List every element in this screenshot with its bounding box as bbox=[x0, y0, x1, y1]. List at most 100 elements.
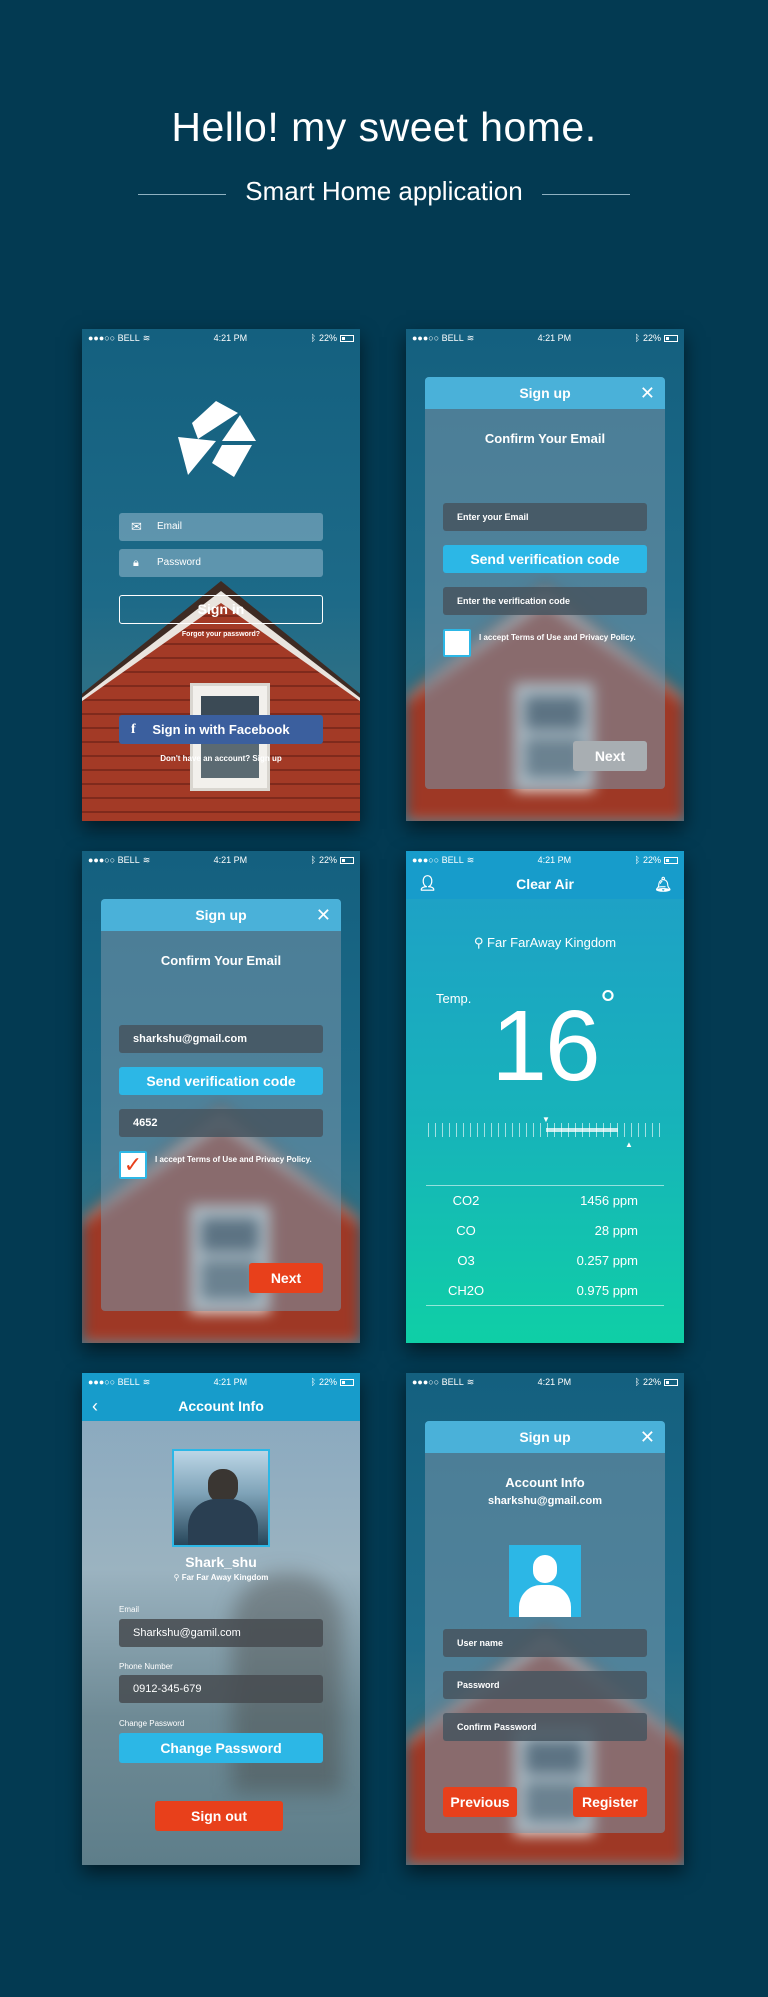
carrier-label: ●●●○○ BELL bbox=[412, 855, 464, 865]
bluetooth-icon: ᛒ bbox=[634, 333, 640, 343]
divider bbox=[426, 1305, 664, 1306]
next-button[interactable]: Next bbox=[249, 1263, 323, 1293]
modal-title: Confirm Your Email bbox=[160, 953, 282, 968]
signup-modal: Sign up ✕ Confirm Your Email Enter your E… bbox=[425, 377, 665, 789]
signup-email-filled-screen: ●●●○○ BELL ≋ 4:21 PM ᛒ 22% Sign up ✕ Confir… bbox=[82, 851, 360, 1343]
phone-field[interactable]: 0912-345-679 bbox=[119, 1675, 323, 1703]
signup-modal: Sign up ✕ Confirm Your Email sharkshu@gma… bbox=[101, 899, 341, 1311]
modal-header-title: Sign up bbox=[195, 907, 247, 923]
gas-row: CO2 1456 ppm bbox=[452, 1193, 638, 1208]
account-header-title: Account Info bbox=[178, 1398, 264, 1414]
checkmark-icon: ✓ bbox=[123, 1152, 143, 1177]
modal-email: sharkshu@gmail.com bbox=[487, 1495, 603, 1507]
wifi-icon: ≋ bbox=[142, 1376, 151, 1387]
status-bar: ●●●○○ BELL ≋ 4:21 PM ᛒ 22% bbox=[406, 851, 684, 869]
slider-handle-icon[interactable]: ▲ bbox=[625, 1140, 633, 1149]
bluetooth-icon: ᛒ bbox=[310, 1377, 316, 1387]
battery-icon bbox=[339, 334, 354, 342]
modal-header-title: Sign up bbox=[519, 1429, 571, 1445]
confirm-password-input[interactable]: Confirm Password bbox=[443, 1713, 647, 1741]
facebook-label: Sign in with Facebook bbox=[152, 722, 290, 737]
avatar[interactable] bbox=[172, 1449, 270, 1547]
send-code-button[interactable]: Send verification code bbox=[119, 1067, 323, 1095]
password-input[interactable]: Password bbox=[443, 1671, 647, 1699]
username-input[interactable]: User name bbox=[443, 1629, 647, 1657]
app-logo-icon bbox=[178, 401, 256, 477]
modal-header-title: Sign up bbox=[519, 385, 571, 401]
email-field[interactable]: Sharkshu@gamil.com bbox=[119, 1619, 323, 1647]
carrier-label: ●●●○○ BELL bbox=[412, 333, 464, 343]
bluetooth-icon: ᛒ bbox=[310, 333, 316, 343]
email-label: Email bbox=[119, 1605, 140, 1614]
location-label: ⚲ Far FarAway Kingdom bbox=[473, 935, 617, 950]
signup-modal: Sign up ✕ Account Info sharkshu@gmail.com… bbox=[425, 1421, 665, 1833]
forgot-password-link[interactable]: Forgot your password? bbox=[82, 631, 360, 638]
slider-range bbox=[546, 1128, 618, 1132]
close-icon[interactable]: ✕ bbox=[640, 1421, 655, 1453]
account-header: ‹ Account Info bbox=[82, 1391, 360, 1421]
bell-icon[interactable]: 🔔︎ bbox=[654, 869, 672, 899]
email-input[interactable]: Enter your Email bbox=[443, 503, 647, 531]
wifi-icon: ≋ bbox=[142, 854, 151, 865]
email-field-label: Email bbox=[157, 521, 183, 532]
status-bar: ●●●○○ BELL ≋ 4:21 PM ᛒ 22% bbox=[82, 329, 360, 347]
sign-up-link[interactable]: Don't have an account? Sign up bbox=[82, 754, 360, 763]
wifi-icon: ≋ bbox=[142, 332, 151, 343]
email-input[interactable]: sharkshu@gmail.com bbox=[119, 1025, 323, 1053]
register-button[interactable]: Register bbox=[573, 1787, 647, 1817]
temp-label: Temp. bbox=[436, 991, 472, 1006]
slider-handle-icon[interactable]: ▼ bbox=[542, 1115, 550, 1124]
battery-label: 22% bbox=[642, 855, 661, 865]
login-screen: ●●●○○ BELL ≋ 4:21 PM ᛒ 22% ✉ Email 🔒︎ Pass… bbox=[82, 329, 360, 821]
signup-email-screen: ●●●○○ BELL ≋ 4:21 PM ᛒ 22% Sign up ✕ Confir… bbox=[406, 329, 684, 821]
password-field[interactable]: 🔒︎ Password bbox=[119, 549, 323, 577]
close-icon[interactable]: ✕ bbox=[640, 377, 655, 409]
gas-row: CO 28 ppm bbox=[456, 1223, 638, 1238]
lock-icon: 🔒︎ bbox=[133, 557, 139, 569]
verification-code-input[interactable]: Enter the verification code bbox=[443, 587, 647, 615]
bluetooth-icon: ᛒ bbox=[634, 1377, 640, 1387]
battery-icon bbox=[663, 1378, 678, 1386]
location-pin-icon: ⚲ bbox=[473, 935, 484, 950]
next-button[interactable]: Next bbox=[573, 741, 647, 771]
status-bar: ●●●○○ BELL ≋ 4:21 PM ᛒ 22% bbox=[406, 1373, 684, 1391]
carrier-label: ●●●○○ BELL bbox=[88, 333, 140, 343]
change-password-button[interactable]: Change Password bbox=[119, 1733, 323, 1763]
time-label: 4:21 PM bbox=[213, 333, 248, 343]
status-bar: ●●●○○ BELL ≋ 4:21 PM ᛒ 22% bbox=[82, 851, 360, 869]
gas-row: O3 0.257 ppm bbox=[457, 1253, 638, 1268]
phone-label: Phone Number bbox=[119, 1662, 173, 1671]
battery-icon bbox=[339, 856, 354, 864]
email-field[interactable]: ✉ Email bbox=[119, 513, 323, 541]
avatar-placeholder-icon[interactable] bbox=[509, 1545, 581, 1617]
user-location-label: ⚲ Far Far Away Kingdom bbox=[173, 1573, 269, 1582]
password-field-label: Password bbox=[157, 557, 201, 568]
terms-checkbox-checked[interactable]: ✓ bbox=[119, 1151, 147, 1179]
close-icon[interactable]: ✕ bbox=[316, 899, 331, 931]
carrier-label: ●●●○○ BELL bbox=[412, 1377, 464, 1387]
back-icon[interactable]: ‹ bbox=[92, 1391, 98, 1421]
envelope-icon: ✉ bbox=[131, 519, 142, 534]
battery-label: 22% bbox=[318, 333, 337, 343]
temp-value: 16 ° bbox=[491, 983, 616, 1102]
clear-air-header: 👤︎ Clear Air 🔔︎ bbox=[406, 869, 684, 899]
hero-title: Hello! my sweet home. bbox=[171, 104, 597, 150]
carrier-label: ●●●○○ BELL bbox=[88, 1377, 140, 1387]
wifi-icon: ≋ bbox=[466, 854, 475, 865]
divider bbox=[426, 1185, 664, 1186]
battery-icon bbox=[663, 334, 678, 342]
terms-checkbox[interactable] bbox=[443, 629, 471, 657]
account-info-screen: ●●●○○ BELL ≋ 4:21 PM ᛒ 22% ‹ Account Info … bbox=[82, 1373, 360, 1865]
modal-header: Sign up ✕ bbox=[425, 1421, 665, 1453]
facebook-sign-in-button[interactable]: f Sign in with Facebook bbox=[119, 715, 323, 744]
send-code-button[interactable]: Send verification code bbox=[443, 545, 647, 573]
sign-out-button[interactable]: Sign out bbox=[155, 1801, 283, 1831]
battery-icon bbox=[339, 1378, 354, 1386]
time-label: 4:21 PM bbox=[537, 855, 572, 865]
previous-button[interactable]: Previous bbox=[443, 1787, 517, 1817]
time-label: 4:21 PM bbox=[537, 333, 572, 343]
temperature-slider[interactable] bbox=[428, 1123, 662, 1137]
sign-in-button[interactable]: Sign in bbox=[119, 595, 323, 624]
user-icon[interactable]: 👤︎ bbox=[418, 869, 437, 899]
verification-code-input[interactable]: 4652 bbox=[119, 1109, 323, 1137]
